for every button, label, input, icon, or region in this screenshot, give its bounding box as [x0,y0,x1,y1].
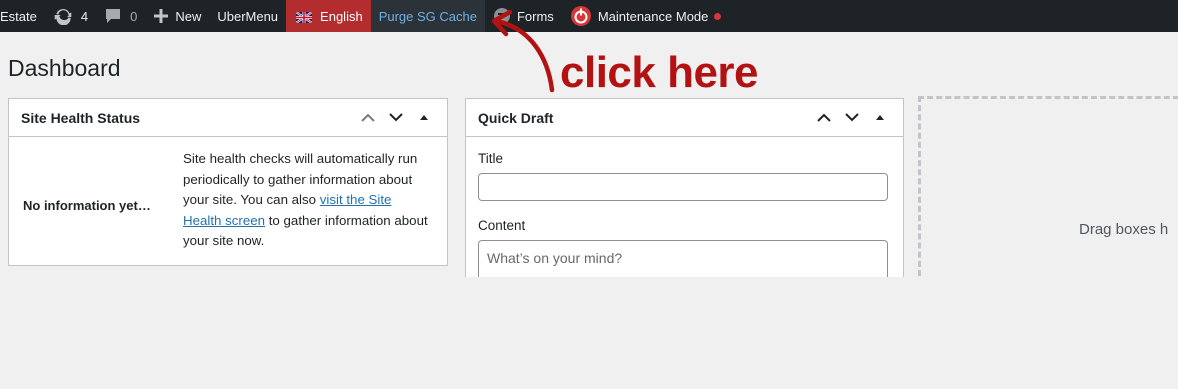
triangle-up-icon[interactable] [869,107,891,129]
admin-bar-language[interactable]: English [286,0,371,32]
admin-bar-new[interactable]: New [145,0,209,32]
site-health-title: Site Health Status [21,109,141,126]
admin-bar-comments[interactable]: 0 [96,0,145,32]
chevron-down-icon[interactable] [385,107,407,129]
drag-boxes-text: Drag boxes h [1079,221,1169,238]
admin-bar-purge-cache[interactable]: Purge SG Cache [370,0,485,32]
triangle-up-icon[interactable] [413,107,435,129]
drag-boxes-drop-zone[interactable] [918,96,1178,276]
uk-flag-icon [295,10,313,24]
ubermenu-label: UberMenu [217,8,279,24]
annotation-arrow-icon [491,9,555,93]
site-health-description: Site health checks will automatically ru… [183,149,433,252]
admin-bar-updates[interactable]: 4 [45,0,96,32]
chevron-up-icon[interactable] [357,107,379,129]
quick-draft-content-label: Content [478,218,526,233]
quick-draft-header[interactable]: Quick Draft [466,99,903,137]
site-health-no-info: No information yet… [23,198,151,213]
chevron-up-icon[interactable] [813,107,835,129]
admin-bar: Estate 4 0 New UberMenu English Purge SG… [0,0,1178,32]
comments-count: 0 [130,8,138,24]
annotation-text: click here [560,48,759,97]
chevron-down-icon[interactable] [841,107,863,129]
purge-cache-label: Purge SG Cache [378,8,477,24]
quick-draft-title-label: Title [478,151,504,166]
quick-draft-content-textarea[interactable]: What’s on your mind? [478,240,888,277]
admin-bar-site-name[interactable]: Estate [0,0,45,32]
maintenance-icon [570,5,592,27]
quick-draft-widget: Quick Draft Title Content What’s on your… [465,98,904,277]
comments-icon [104,8,122,24]
admin-bar-ubermenu[interactable]: UberMenu [209,0,286,32]
site-name-label: Estate [0,8,37,24]
site-health-widget: Site Health Status No information yet… S… [8,98,448,266]
plus-icon [153,8,169,24]
maintenance-label: Maintenance Mode [597,8,709,24]
quick-draft-title: Quick Draft [478,109,554,126]
admin-bar-maintenance[interactable]: Maintenance Mode [562,0,730,32]
site-health-header[interactable]: Site Health Status [9,99,447,137]
page-title: Dashboard [8,55,121,81]
updates-icon [53,7,73,25]
maintenance-status-dot [714,12,722,20]
quick-draft-actions [813,107,891,129]
new-label: New [175,8,202,24]
updates-count: 4 [80,8,89,24]
language-label: English [320,8,363,24]
quick-draft-title-input[interactable] [478,173,888,201]
site-health-actions [357,107,435,129]
